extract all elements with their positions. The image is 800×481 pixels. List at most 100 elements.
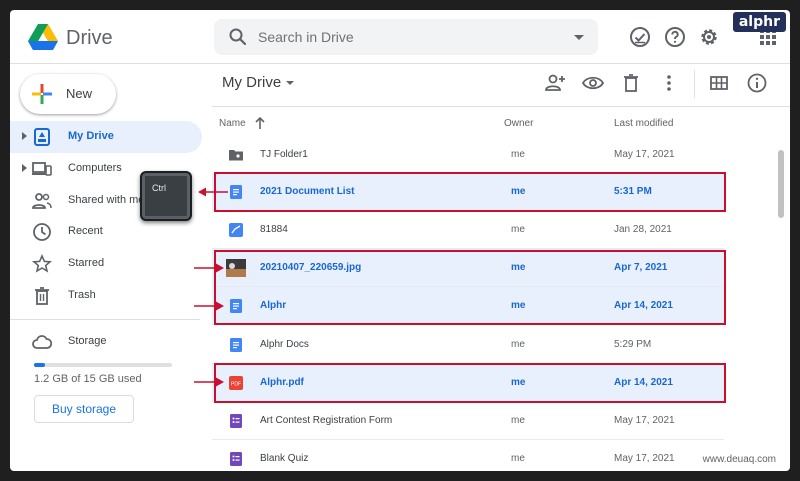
column-header-owner[interactable]: Owner (504, 118, 533, 129)
preview-eye-icon[interactable] (582, 72, 604, 94)
file-owner: me (511, 300, 526, 311)
header: Drive (10, 10, 790, 64)
file-last-modified: Apr 14, 2021 (614, 377, 673, 388)
chevron-down-icon[interactable] (286, 81, 294, 85)
file-last-modified: May 17, 2021 (614, 149, 675, 160)
more-options-icon[interactable] (658, 72, 680, 94)
file-row[interactable]: Art Contest Registration Form me May 17, 2… (212, 402, 724, 440)
drive-logo-icon[interactable] (28, 24, 58, 50)
sidebar-item-label: My Drive (68, 130, 114, 142)
star-icon (32, 254, 52, 273)
sidebar-item-label: Recent (68, 225, 103, 237)
file-last-modified: Jan 28, 2021 (614, 224, 672, 235)
sidebar-item-trash[interactable]: Trash (10, 280, 202, 312)
file-row[interactable]: Blank Quiz me May 17, 2021 (212, 440, 724, 471)
google-docs-icon (228, 184, 244, 200)
help-icon[interactable] (663, 25, 687, 49)
photo-thumbnail-icon (226, 258, 246, 278)
shared-folder-icon (228, 147, 244, 163)
svg-text:PDF: PDF (231, 382, 241, 388)
sidebar-item-starred[interactable]: Starred (10, 248, 202, 280)
file-owner: me (511, 339, 525, 350)
file-row[interactable]: TJ Folder1 me May 17, 2021 (212, 136, 724, 174)
file-name: Alphr.pdf (260, 377, 304, 388)
file-name: 81884 (260, 224, 288, 235)
file-name: Alphr (260, 300, 287, 311)
file-name: Blank Quiz (260, 453, 309, 464)
google-forms-icon (228, 451, 244, 467)
grid-view-icon[interactable] (708, 72, 730, 94)
file-row[interactable]: Alphr me Apr 14, 2021 (212, 287, 724, 325)
clock-icon (33, 223, 51, 241)
file-row[interactable]: 20210407_220659.jpg me Apr 7, 2021 (212, 249, 724, 287)
sidebar-item-label: Computers (68, 162, 122, 174)
file-name: Art Contest Registration Form (260, 415, 393, 426)
arrow-right-icon (194, 377, 224, 387)
settings-gear-icon[interactable] (697, 25, 721, 49)
file-owner: me (511, 377, 526, 388)
trash-icon (35, 287, 49, 305)
sidebar-item-label: Storage (68, 335, 107, 347)
google-docs-icon (228, 337, 244, 353)
info-icon[interactable] (746, 72, 768, 94)
new-button[interactable]: New (20, 74, 116, 114)
file-last-modified: May 17, 2021 (614, 415, 675, 426)
file-last-modified: 5:31 PM (614, 186, 652, 197)
pdf-icon: PDF (228, 375, 244, 391)
search-input[interactable] (258, 19, 558, 55)
arrow-right-icon (194, 301, 224, 311)
alphr-logo: alphr (732, 12, 786, 32)
arrow-right-icon (194, 263, 224, 273)
ready-offline-icon[interactable] (628, 25, 652, 49)
column-header-last-modified[interactable]: Last modified (614, 118, 673, 129)
storage-usage-text: 1.2 GB of 15 GB used (34, 373, 142, 385)
file-last-modified: 5:29 PM (614, 339, 652, 350)
sidebar-item-label: Trash (68, 289, 96, 301)
buy-storage-button[interactable]: Buy storage (34, 395, 134, 423)
toolbar-divider (694, 70, 695, 98)
file-name: 20210407_220659.jpg (260, 262, 362, 273)
column-header-name[interactable]: Name (219, 118, 246, 129)
storage-usage-fill (34, 363, 46, 367)
ctrl-key-label: Ctrl (152, 183, 166, 193)
ctrl-key-graphic: Ctrl (140, 171, 192, 221)
expand-arrow-icon[interactable] (22, 132, 27, 140)
sidebar-divider (10, 319, 200, 320)
page-title[interactable]: My Drive (222, 74, 281, 91)
watermark: www.deuaq.com (702, 454, 776, 465)
app-title: Drive (66, 27, 113, 49)
scrollbar-thumb[interactable] (778, 150, 784, 218)
plus-icon (32, 84, 52, 104)
search-icon[interactable] (228, 27, 248, 47)
trash-icon[interactable] (620, 72, 642, 94)
sort-arrow-up-icon[interactable] (254, 116, 266, 130)
new-button-label: New (66, 86, 93, 101)
google-docs-icon (228, 298, 244, 314)
file-last-modified: Apr 14, 2021 (614, 300, 673, 311)
file-row[interactable]: 2021 Document List me 5:31 PM (212, 173, 724, 211)
file-name: 2021 Document List (260, 186, 355, 197)
sidebar-item-label: Starred (68, 257, 105, 269)
search-options-chevron-icon[interactable] (574, 35, 584, 40)
expand-arrow-icon[interactable] (22, 164, 27, 172)
share-add-person-icon[interactable] (544, 72, 566, 94)
file-last-modified: Apr 7, 2021 (614, 262, 668, 273)
arrow-left-icon (198, 187, 228, 197)
file-owner: me (511, 224, 525, 235)
file-owner: me (511, 262, 526, 273)
file-owner: me (511, 186, 526, 197)
search-bar[interactable] (214, 19, 598, 55)
google-forms-icon (228, 413, 244, 429)
image-icon (228, 222, 244, 238)
sidebar-item-my-drive[interactable]: My Drive (10, 121, 202, 153)
drive-window: alphr Drive Search in Drive New My Drive… (10, 10, 790, 471)
file-row[interactable]: PDF Alphr.pdf me Apr 14, 2021 (212, 364, 724, 402)
sidebar-item-storage[interactable]: Storage (10, 326, 202, 358)
file-row[interactable]: Alphr Docs me 5:29 PM (212, 326, 724, 364)
toolbar-separator (212, 106, 790, 107)
file-row[interactable]: 81884 me Jan 28, 2021 (212, 211, 724, 249)
file-owner: me (511, 415, 525, 426)
shared-icon (32, 193, 52, 209)
computers-icon (32, 162, 52, 176)
file-name: Alphr Docs (260, 339, 309, 350)
